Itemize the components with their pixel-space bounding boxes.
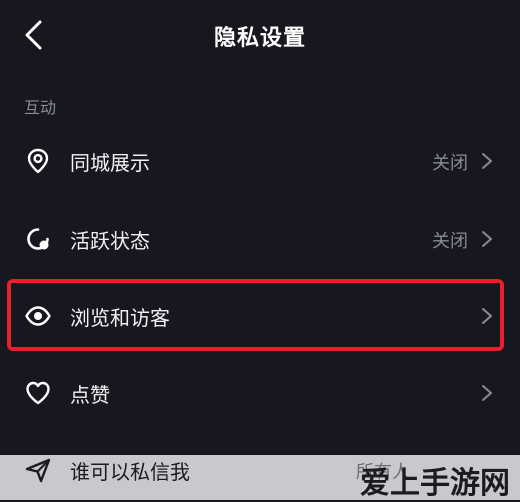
send-icon: [25, 458, 51, 483]
setting-value: 关闭: [432, 231, 468, 252]
setting-label: 谁可以私信我: [70, 460, 190, 484]
location-pin-icon: [27, 148, 49, 174]
setting-row-views-and-visitors[interactable]: 浏览和访客: [0, 286, 520, 346]
heart-icon: [26, 381, 50, 405]
page-title: 隐私设置: [213, 26, 306, 51]
eye-icon: [25, 306, 51, 326]
setting-row-nearby-display[interactable]: 同城展示 关闭: [0, 131, 520, 191]
setting-row-active-status[interactable]: 活跃状态 关闭: [0, 209, 520, 269]
setting-label: 点赞: [70, 383, 110, 407]
section-label-interaction: 互动: [24, 98, 57, 117]
setting-label: 同城展示: [70, 151, 150, 175]
chevron-right-icon: [482, 153, 492, 169]
header-bar: 隐私设置: [0, 0, 520, 72]
setting-row-likes[interactable]: 点赞: [0, 363, 520, 423]
chevron-right-icon: [482, 385, 492, 401]
setting-label: 浏览和访客: [70, 306, 170, 330]
setting-value: 关闭: [432, 153, 468, 174]
activity-status-icon: [27, 228, 49, 250]
chevron-right-icon: [482, 308, 492, 324]
chevron-right-icon: [482, 231, 492, 247]
setting-label: 活跃状态: [70, 229, 150, 253]
watermark-text: 爱上手游网: [360, 466, 510, 501]
